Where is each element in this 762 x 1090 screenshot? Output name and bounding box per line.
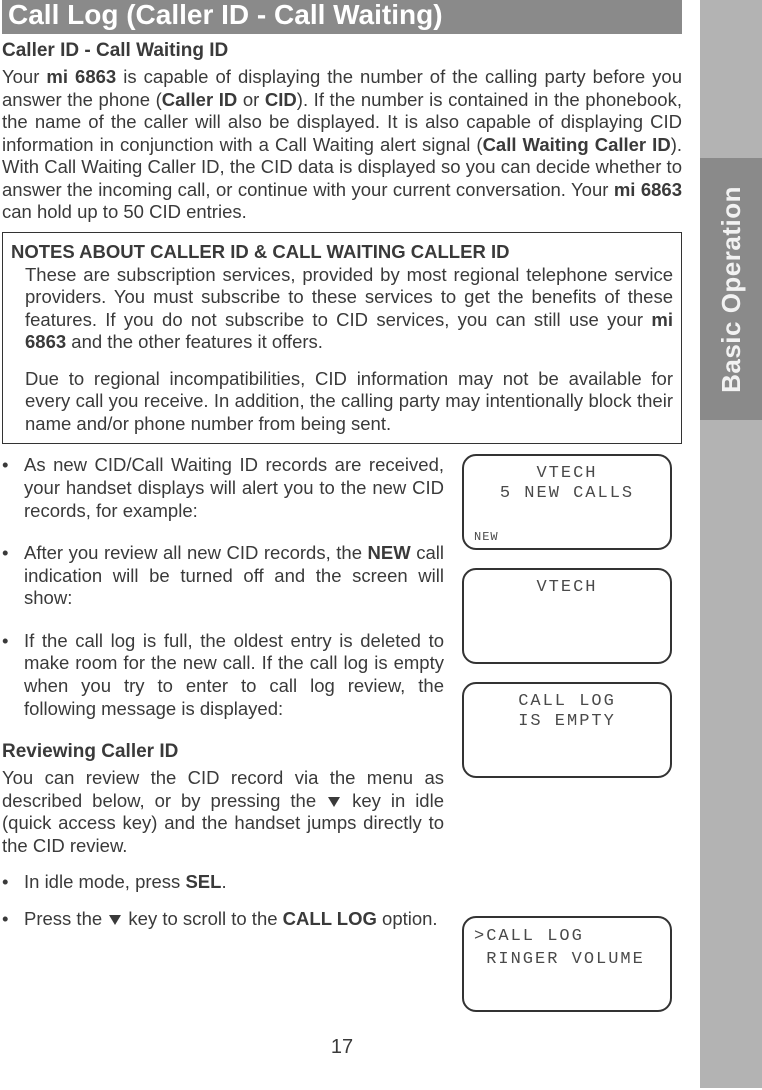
lcd-new-calls: VTECH 5 NEW CALLS NEW: [462, 454, 672, 550]
left-column: • As new CID/Call Waiting ID records are…: [2, 454, 444, 1030]
notes-p2: Due to regional incompatibilities, CID i…: [25, 368, 673, 436]
intro-paragraph: Your mi 6863 is capable of displaying th…: [2, 66, 682, 224]
bullet-2: • After you review all new CID records, …: [2, 542, 444, 610]
page-title: Call Log (Caller ID - Call Waiting): [8, 0, 443, 31]
lcd-menu: >CALL LOG RINGER VOLUME: [462, 916, 672, 1012]
side-tab-label: Basic Operation: [716, 186, 747, 393]
right-column-lcds: VTECH 5 NEW CALLS NEW VTECH CALL LOG IS …: [462, 454, 682, 1030]
page-number: 17: [2, 1036, 682, 1059]
review-paragraph: You can review the CID record via the me…: [2, 767, 444, 857]
lcd-empty: CALL LOG IS EMPTY: [462, 682, 672, 778]
page-title-bar: Call Log (Caller ID - Call Waiting): [2, 0, 682, 34]
side-tab: Basic Operation: [700, 158, 762, 420]
lcd-idle: VTECH: [462, 568, 672, 664]
page-content: Call Log (Caller ID - Call Waiting) Call…: [0, 0, 688, 1059]
bullet-3: • If the call log is full, the oldest en…: [2, 630, 444, 720]
step-2: • Press the key to scroll to the CALL LO…: [2, 908, 444, 931]
notes-title: NOTES ABOUT CALLER ID & CALL WAITING CAL…: [11, 241, 673, 264]
section-heading-reviewing: Reviewing Caller ID: [2, 740, 444, 763]
step-1: • In idle mode, press SEL.: [2, 871, 444, 894]
notes-box: NOTES ABOUT CALLER ID & CALL WAITING CAL…: [2, 232, 682, 445]
section-heading-caller-id: Caller ID - Call Waiting ID: [2, 40, 682, 62]
two-column-area: • As new CID/Call Waiting ID records are…: [2, 454, 682, 1030]
down-arrow-key-icon: [326, 795, 342, 809]
bullet-1: • As new CID/Call Waiting ID records are…: [2, 454, 444, 522]
notes-p1: These are subscription services, provide…: [25, 264, 673, 354]
down-arrow-key-icon: [107, 913, 123, 927]
